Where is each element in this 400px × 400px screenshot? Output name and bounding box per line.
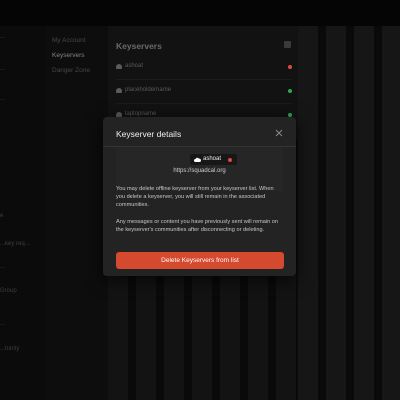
modal-header: Keyserver details: [103, 117, 296, 147]
description-text: You may delete offline keyserver from yo…: [116, 186, 274, 209]
left-item[interactable]: Group: [0, 288, 17, 294]
modal-title: Keyserver details: [116, 129, 182, 139]
cloud-icon: [116, 64, 122, 69]
cloud-icon: [116, 88, 122, 93]
delete-keyserver-button[interactable]: Delete Keyservers from list: [116, 252, 284, 269]
status-dot: [288, 65, 292, 69]
background-pattern: [298, 26, 400, 400]
keyserver-url: https://squadcal.org: [173, 168, 226, 174]
description-text: Any messages or content you have previou…: [116, 219, 278, 234]
add-keyserver-icon[interactable]: [284, 41, 291, 48]
left-item[interactable]: ...: [0, 264, 5, 270]
community-column: ... ... ... e ...key req... ... Group ..…: [0, 26, 46, 400]
status-dot: [288, 89, 292, 93]
nav-item-my-account[interactable]: My Account: [52, 37, 86, 44]
nav-item-keyservers[interactable]: Keyservers: [52, 52, 85, 59]
settings-nav: My Account Keyservers Danger Zone: [46, 26, 108, 400]
keyserver-name: ashoat: [125, 63, 144, 69]
left-item[interactable]: ...key req...: [0, 241, 30, 247]
left-item[interactable]: e: [0, 213, 3, 219]
nav-item-danger-zone[interactable]: Danger Zone: [52, 67, 90, 74]
keyserver-details-modal: Keyserver details ashoat https://squadca…: [103, 117, 296, 276]
cloud-icon: [194, 157, 201, 162]
top-bar: [0, 0, 400, 26]
left-item[interactable]: ...: [0, 96, 5, 102]
keyserver-name: placeholdername: [125, 87, 172, 93]
keyserver-row[interactable]: ashoat: [116, 56, 292, 80]
left-item[interactable]: ...tunity: [0, 346, 19, 352]
page-title: Keyservers: [116, 41, 162, 51]
keyserver-row[interactable]: placeholdername: [116, 80, 292, 104]
close-icon[interactable]: [275, 129, 283, 137]
left-item[interactable]: ...: [0, 321, 5, 327]
keyserver-name: ashoat: [203, 156, 222, 162]
keyserver-chip: ashoat: [190, 154, 237, 165]
status-dot: [228, 157, 232, 162]
left-item[interactable]: ...: [0, 66, 5, 72]
left-item[interactable]: ...: [0, 34, 5, 40]
